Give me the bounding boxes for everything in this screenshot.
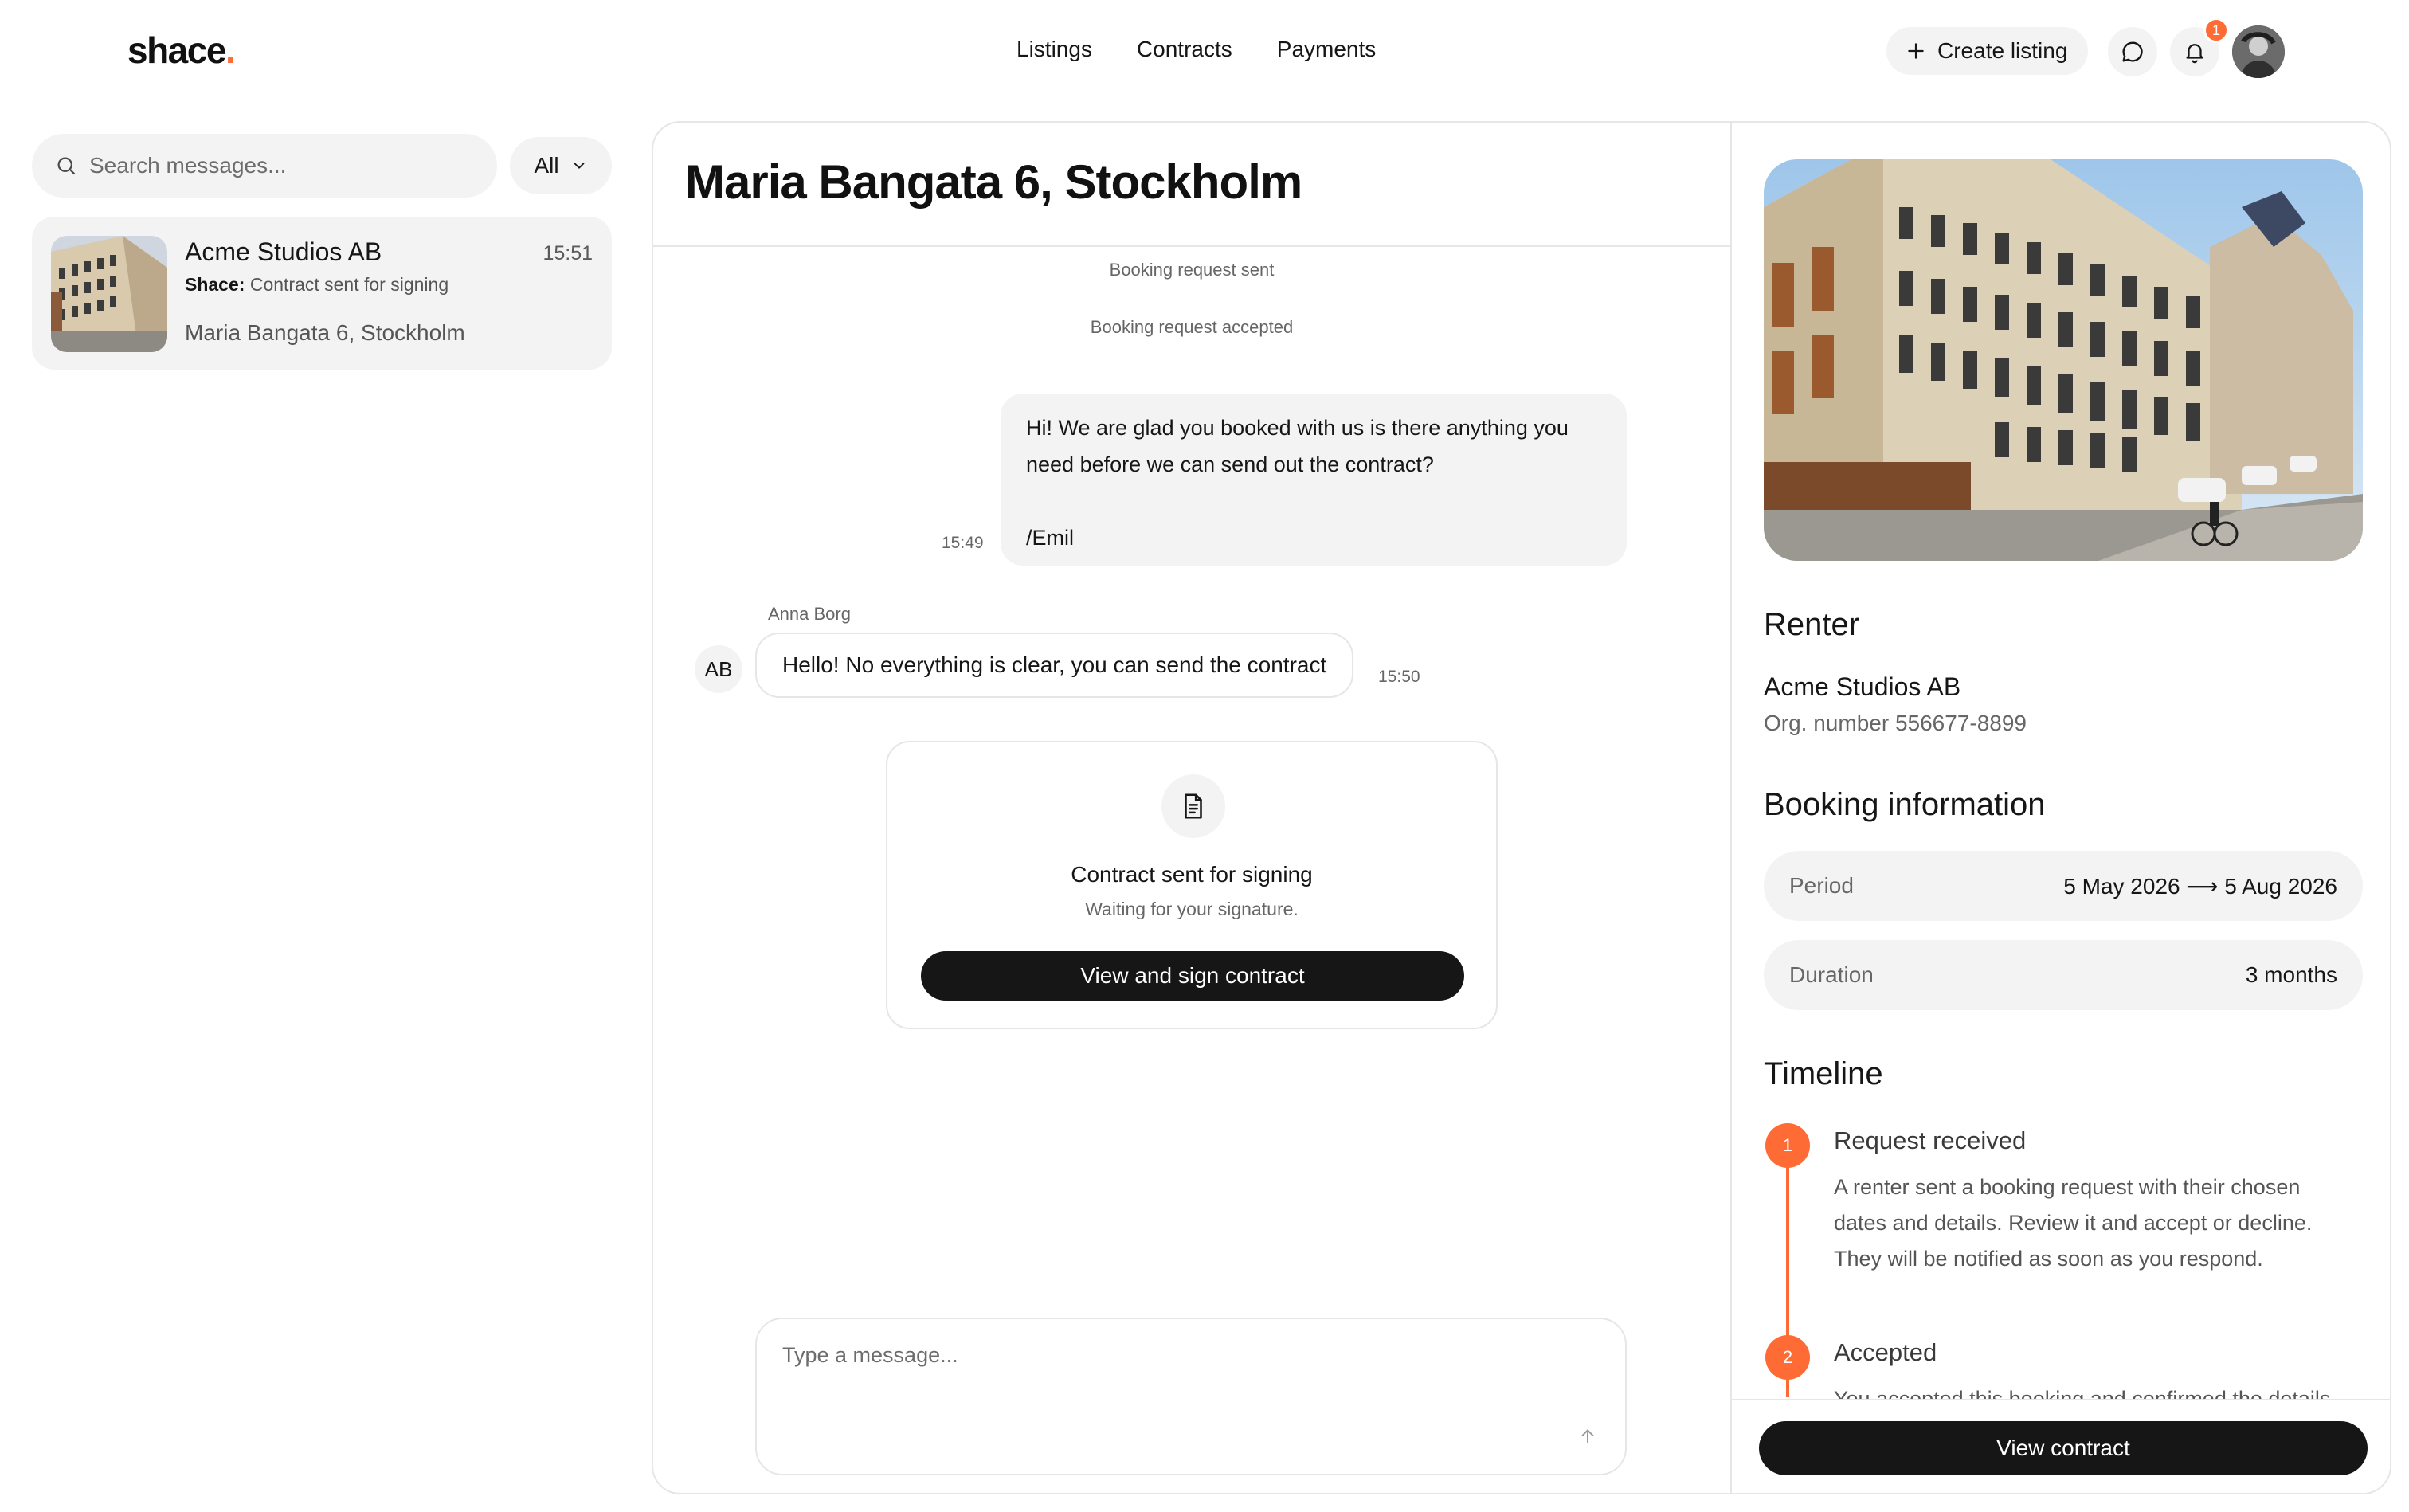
message-time: 15:49	[942, 534, 984, 552]
bell-icon	[2186, 44, 2203, 64]
divider	[653, 245, 1730, 247]
timeline-step-1: 1	[1765, 1123, 1810, 1168]
listing-photo	[1764, 159, 2363, 561]
period-label: Period	[1789, 873, 1854, 898]
logo[interactable]: shace.	[127, 29, 236, 72]
renter-heading: Renter	[1764, 607, 1860, 642]
booking-details: Renter Acme Studios AB Org. number 55667…	[1730, 123, 2390, 1493]
timeline-heading: Timeline	[1764, 1056, 1883, 1091]
create-listing-button[interactable]: Create listing	[1886, 27, 2089, 75]
message-composer	[755, 1318, 1627, 1475]
view-sign-contract-button[interactable]: View and sign contract	[921, 951, 1464, 1001]
conversation-name: Acme Studios AB	[185, 237, 382, 266]
nav-contracts[interactable]: Contracts	[1137, 37, 1232, 62]
page-title: Maria Bangata 6, Stockholm	[685, 155, 1302, 209]
preview-sender: Shace:	[185, 274, 245, 295]
renter-org-number: Org. number 556677-8899	[1764, 711, 2027, 735]
arrow-up-icon[interactable]	[1577, 1426, 1598, 1447]
duration-row: Duration 3 months	[1764, 940, 2363, 1010]
search-input[interactable]	[89, 153, 472, 178]
messages-button[interactable]	[2108, 27, 2157, 76]
contract-status-subtitle: Waiting for your signature.	[1085, 899, 1299, 919]
chevron-down-icon	[574, 163, 584, 169]
preview-text: Contract sent for signing	[249, 274, 449, 295]
timeline-step-description: A renter sent a booking request with the…	[1834, 1175, 2313, 1271]
contract-card: Contract sent for signing Waiting for yo…	[886, 741, 1498, 1029]
main-nav: Listings Contracts Payments	[1016, 37, 1376, 62]
notification-badge: 1	[2203, 18, 2229, 43]
top-bar: shace. Listings Contracts Payments Creat…	[0, 0, 2409, 107]
conversation-thumbnail	[51, 236, 167, 352]
conversation-item[interactable]: Acme Studios AB 15:51 Shace: Contract se…	[32, 217, 612, 370]
timeline-step-title: Request received	[1834, 1126, 2027, 1154]
renter-name: Acme Studios AB	[1764, 672, 1961, 701]
sender-avatar: AB	[695, 645, 742, 693]
conversation-panel: Maria Bangata 6, Stockholm Booking reque…	[652, 121, 2391, 1494]
system-message: Booking request accepted	[1090, 317, 1294, 337]
details-footer: View contract	[1732, 1399, 2390, 1493]
user-avatar[interactable]	[2232, 25, 2285, 78]
incoming-message: Hello! No everything is clear, you can s…	[755, 633, 1354, 698]
plus-icon	[1908, 43, 1924, 59]
create-listing-label: Create listing	[1937, 38, 2068, 63]
search-icon	[57, 157, 76, 175]
filter-dropdown[interactable]: All	[510, 137, 612, 194]
conversation-time: 15:51	[543, 242, 593, 264]
outgoing-message: Hi! We are glad you booked with us is th…	[1001, 394, 1627, 566]
period-row: Period 5 May 2026 ⟶ 5 Aug 2026	[1764, 851, 2363, 921]
filter-label: All	[534, 153, 559, 178]
message-line: need before we can send out the contract…	[1026, 452, 1434, 476]
system-message: Booking request sent	[1109, 260, 1275, 280]
period-value: 5 May 2026 ⟶ 5 Aug 2026	[2063, 873, 2337, 899]
message-input[interactable]	[782, 1343, 1499, 1391]
view-contract-button[interactable]: View contract	[1759, 1421, 2368, 1475]
conversation-preview: Shace: Contract sent for signing	[185, 274, 449, 296]
timeline-step-2: 2	[1765, 1335, 1810, 1380]
document-icon-wrap	[1161, 774, 1225, 838]
duration-value: 3 months	[2245, 962, 2337, 987]
sender-name: Anna Borg	[768, 604, 851, 624]
message-signature: /Emil	[1026, 526, 1074, 550]
booking-heading: Booking information	[1764, 787, 2046, 822]
conversation-address: Maria Bangata 6, Stockholm	[185, 320, 465, 345]
timeline-step-title: Accepted	[1834, 1338, 1937, 1366]
search-box	[32, 134, 497, 198]
nav-listings[interactable]: Listings	[1016, 37, 1092, 62]
duration-label: Duration	[1789, 962, 1874, 987]
chat-area: Maria Bangata 6, Stockholm Booking reque…	[653, 123, 1730, 1493]
nav-payments[interactable]: Payments	[1277, 37, 1377, 62]
message-line: Hi! We are glad you booked with us is th…	[1026, 416, 1569, 440]
chat-bubble-icon	[2122, 41, 2143, 62]
message-time: 15:50	[1378, 668, 1420, 686]
document-icon	[1185, 793, 1202, 819]
contract-status-title: Contract sent for signing	[1071, 862, 1313, 887]
